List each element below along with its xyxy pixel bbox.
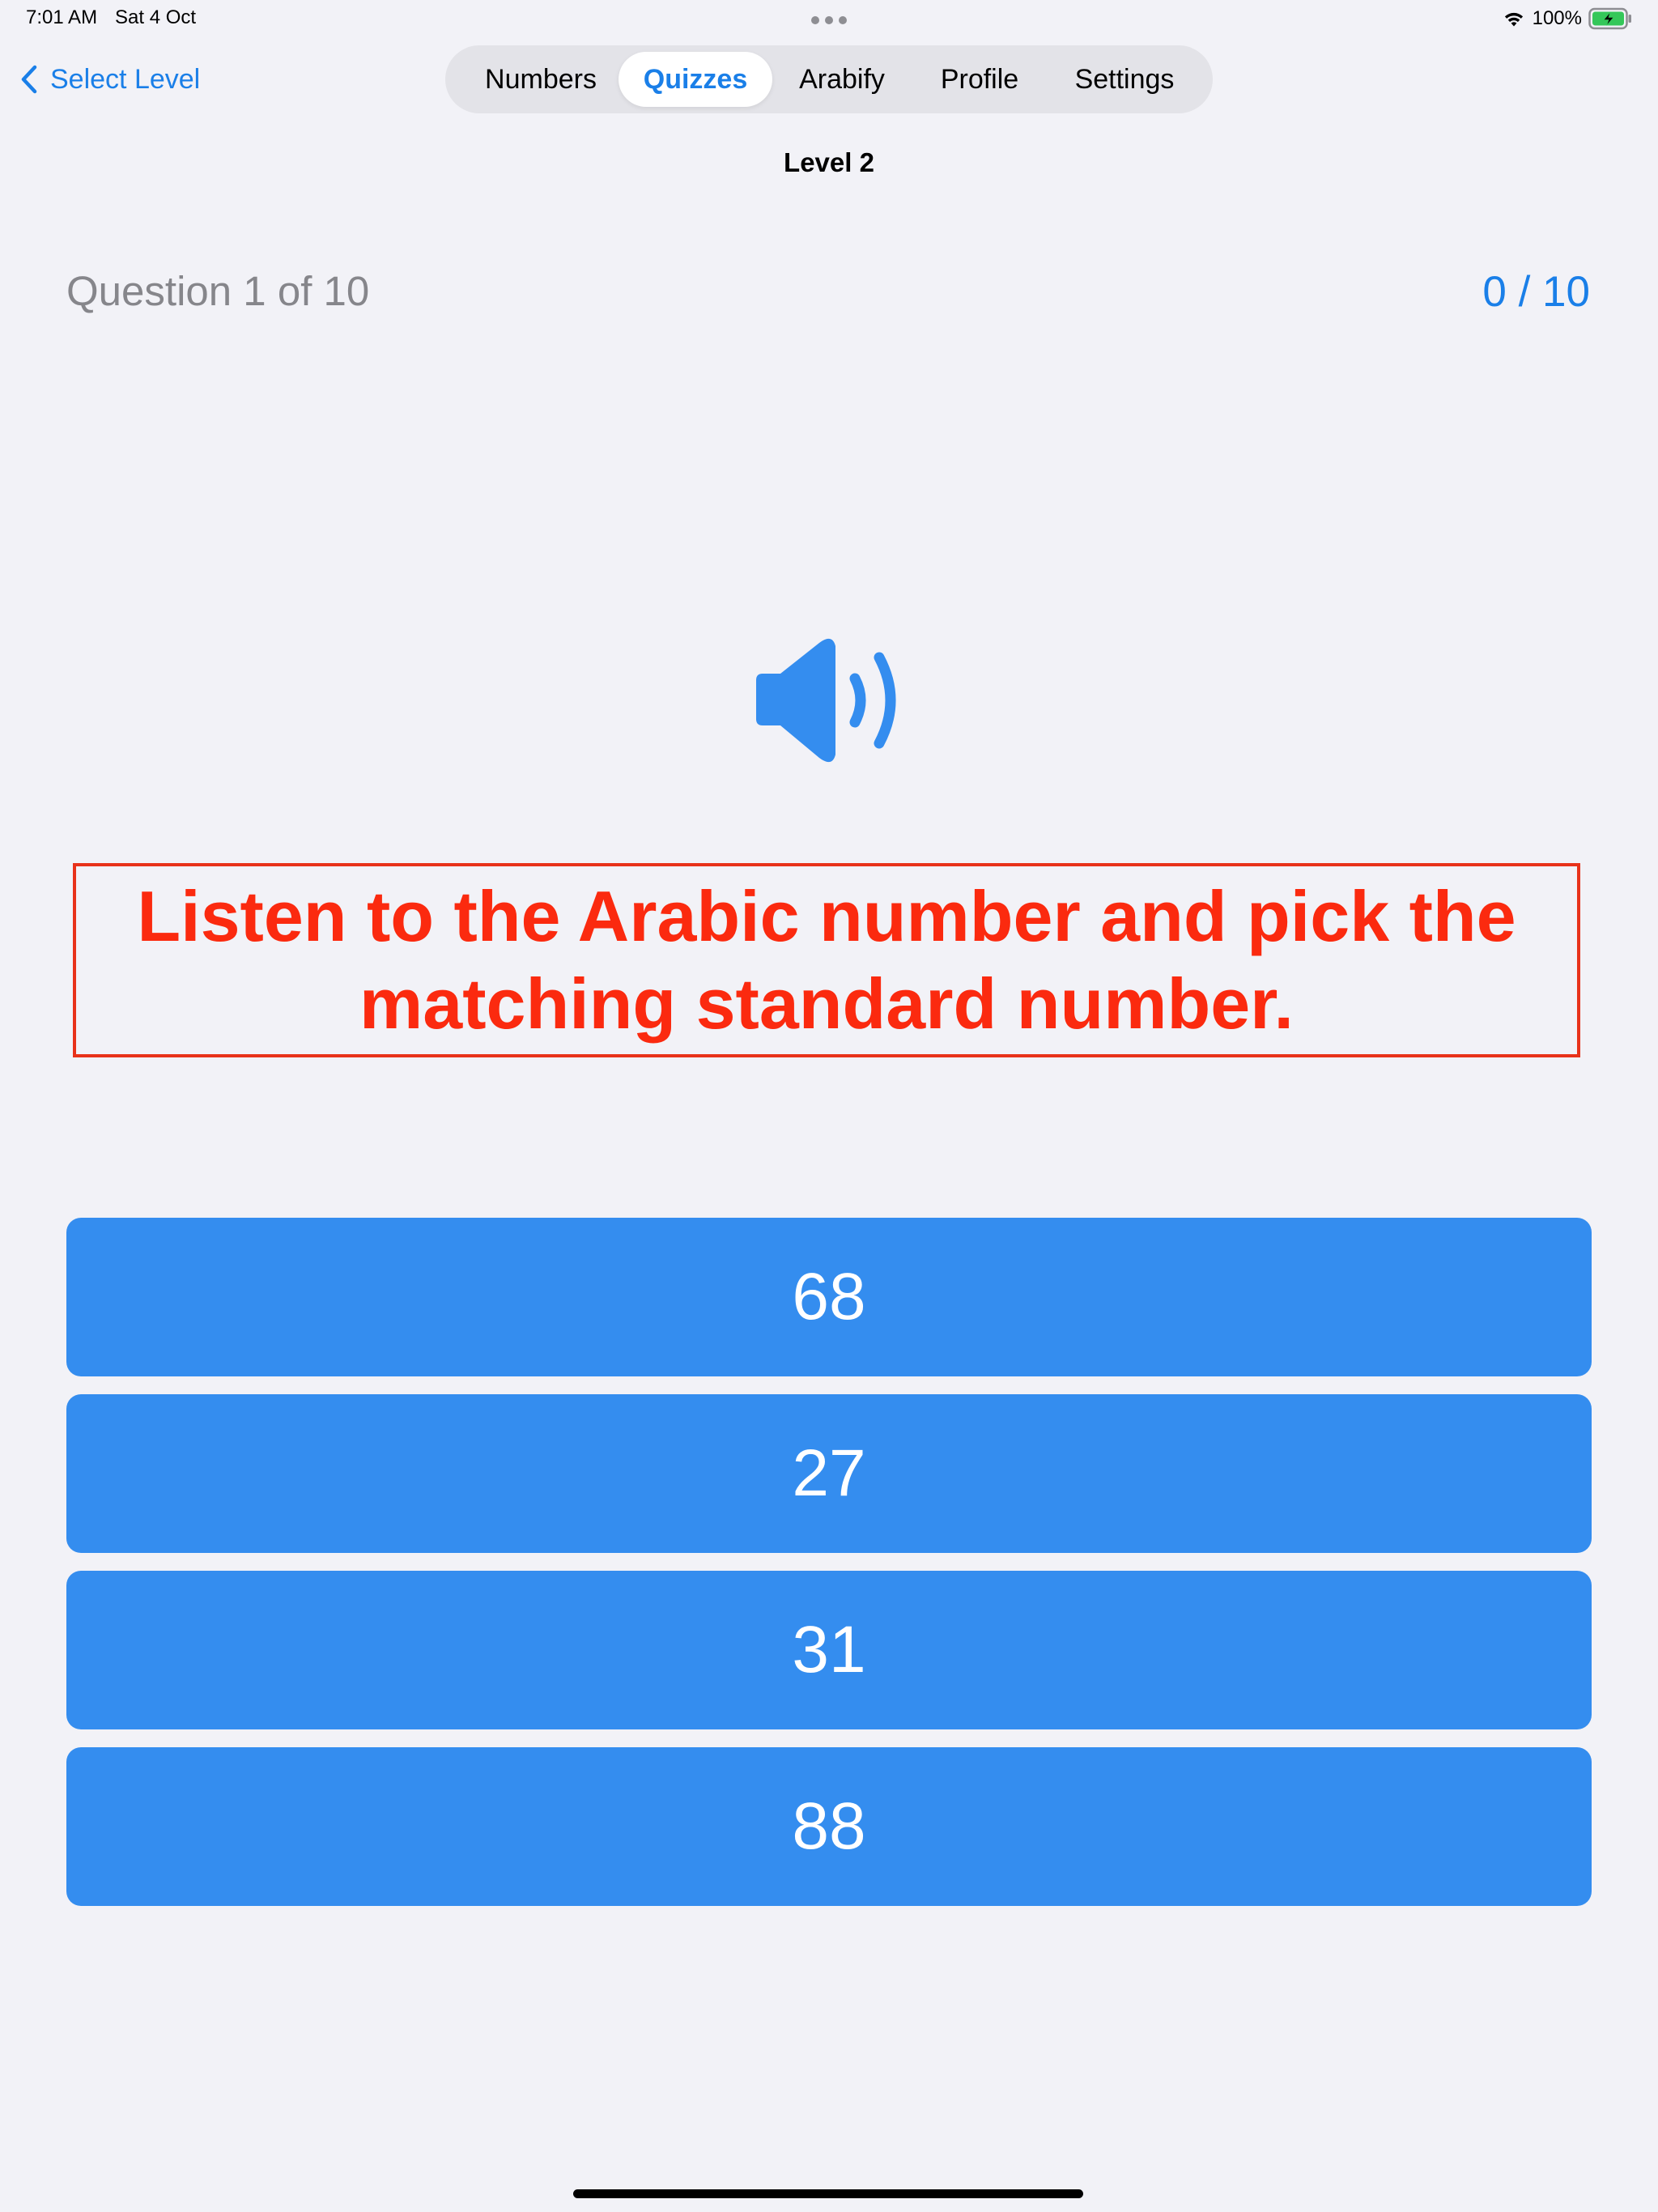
tab-settings[interactable]: Settings xyxy=(1048,52,1201,107)
level-title: Level 2 xyxy=(784,147,874,177)
answer-button[interactable]: 68 xyxy=(66,1218,1592,1376)
select-level-back-button[interactable]: Select Level xyxy=(19,58,200,100)
tab-profile[interactable]: Profile xyxy=(912,52,1048,107)
answer-button[interactable]: 27 xyxy=(66,1394,1592,1553)
chevron-left-icon xyxy=(21,65,37,94)
speaker-wave-icon[interactable] xyxy=(748,632,910,769)
tab-quizzes[interactable]: Quizzes xyxy=(619,52,772,107)
answer-button[interactable]: 88 xyxy=(66,1747,1592,1906)
wifi-icon xyxy=(1504,12,1523,27)
quiz-screen: 7:01 AM Sat 4 Oct 100% Select Level Numb… xyxy=(0,0,1658,2212)
tab-numbers[interactable]: Numbers xyxy=(463,52,619,107)
answer-button[interactable]: 31 xyxy=(66,1571,1592,1729)
score-counter: 0 / 10 xyxy=(1482,268,1590,316)
status-bar: 7:01 AM Sat 4 Oct 100% xyxy=(0,0,1658,39)
tab-bar: Numbers Quizzes Arabify Profile Settings xyxy=(445,45,1213,113)
multitask-dots-icon[interactable] xyxy=(811,16,847,24)
tab-arabify[interactable]: Arabify xyxy=(772,52,912,107)
back-label: Select Level xyxy=(50,63,201,95)
instruction-text: Listen to the Arabic number and pick the… xyxy=(137,876,1516,1044)
status-indicators: 100% xyxy=(1502,6,1632,31)
home-indicator[interactable] xyxy=(573,2189,1083,2198)
question-counter: Question 1 of 10 xyxy=(66,268,370,314)
answer-list: 68 27 31 88 xyxy=(66,1218,1592,1924)
status-time: 7:01 AM xyxy=(26,6,98,28)
battery-charging-icon xyxy=(1588,7,1631,30)
status-date: Sat 4 Oct xyxy=(115,6,197,28)
instruction-box: Listen to the Arabic number and pick the… xyxy=(73,863,1580,1057)
battery-percentage: 100% xyxy=(1532,7,1582,29)
